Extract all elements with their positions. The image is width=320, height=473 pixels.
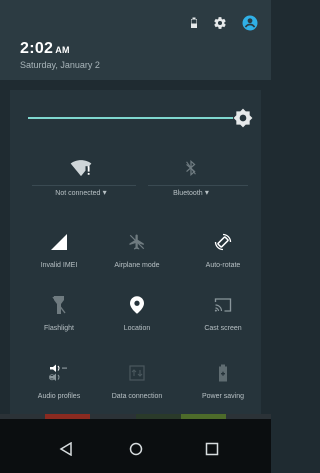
signal-icon	[14, 230, 104, 254]
divider	[32, 185, 136, 186]
recents-icon	[205, 442, 219, 456]
home-icon	[129, 442, 143, 456]
tile-location[interactable]: Location	[92, 293, 182, 332]
bluetooth-label[interactable]: Bluetooth	[146, 188, 236, 197]
data-connection-label: Data connection	[111, 393, 163, 400]
quick-settings-header: 2:02 AM Saturday, January 2	[0, 0, 271, 80]
cast-screen-label: Cast screen	[204, 325, 242, 332]
audio-profiles-label: Audio profiles	[37, 393, 81, 400]
home-button[interactable]	[124, 437, 148, 461]
tile-invalid-imei[interactable]: Invalid IMEI	[14, 230, 104, 269]
back-icon	[59, 442, 72, 456]
account-icon[interactable]	[241, 14, 259, 32]
tile-audio-profiles[interactable]: Audio profiles	[14, 361, 104, 400]
tile-power-saving[interactable]: Power saving	[178, 361, 268, 400]
header-icons	[189, 14, 259, 32]
tile-data-connection[interactable]: Data connection	[92, 361, 182, 400]
cast-icon	[178, 293, 268, 317]
date-text: Saturday, January 2	[20, 60, 100, 70]
brightness-track	[28, 117, 233, 119]
tile-wifi[interactable]: Not connected	[36, 156, 126, 197]
battery-icon	[189, 17, 199, 29]
divider	[148, 185, 248, 186]
airplane-mode-label: Airplane mode	[114, 262, 160, 269]
location-label: Location	[123, 325, 151, 332]
wifi-label[interactable]: Not connected	[36, 188, 126, 197]
audio-profiles-icon	[14, 361, 104, 385]
flashlight-icon	[14, 293, 104, 317]
tile-bluetooth[interactable]: Bluetooth	[146, 156, 236, 197]
tile-auto-rotate[interactable]: Auto-rotate	[178, 230, 268, 269]
auto-rotate-label: Auto-rotate	[205, 262, 241, 269]
navigation-bar	[0, 419, 271, 473]
invalid-imei-label: Invalid IMEI	[40, 262, 78, 269]
wifi-icon	[36, 156, 126, 180]
brightness-thumb[interactable]	[233, 108, 253, 133]
battery-saver-icon	[178, 361, 268, 385]
data-connection-icon	[92, 361, 182, 385]
time-ampm: AM	[55, 45, 70, 55]
clock-time: 2:02 AM	[20, 40, 70, 58]
tile-airplane-mode[interactable]: Airplane mode	[92, 230, 182, 269]
back-button[interactable]	[54, 437, 78, 461]
time-value: 2:02	[20, 40, 54, 57]
flashlight-label: Flashlight	[44, 325, 74, 332]
power-saving-label: Power saving	[201, 393, 245, 400]
location-icon	[92, 293, 182, 317]
tile-cast-screen[interactable]: Cast screen	[178, 293, 268, 332]
recents-button[interactable]	[200, 437, 224, 461]
rotate-icon	[178, 230, 268, 254]
brightness-slider[interactable]	[28, 108, 253, 128]
settings-icon[interactable]	[213, 16, 227, 30]
tile-flashlight[interactable]: Flashlight	[14, 293, 104, 332]
bluetooth-icon	[146, 156, 236, 180]
airplane-icon	[92, 230, 182, 254]
